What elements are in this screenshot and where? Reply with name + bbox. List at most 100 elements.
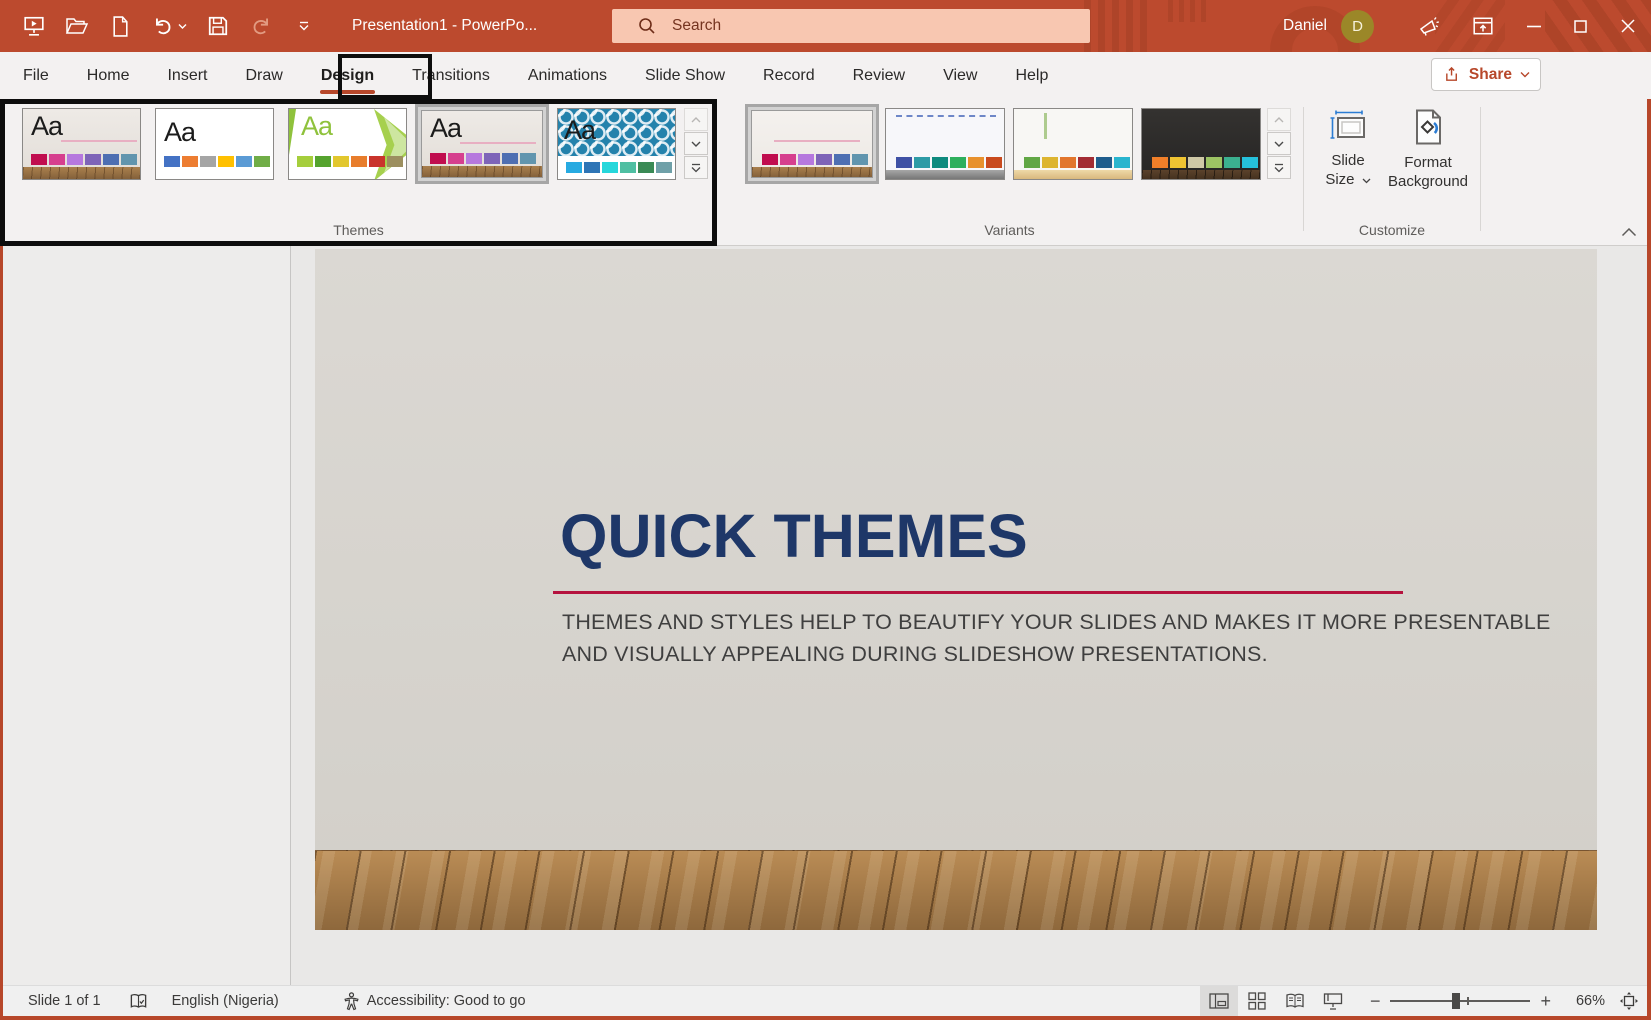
user-avatar[interactable]: D (1341, 10, 1374, 43)
slide-body-text[interactable]: THEMES AND STYLES HELP TO BEAUTIFY YOUR … (562, 606, 1551, 670)
customize-group-label: Customize (1303, 222, 1481, 238)
fit-slide-to-window-icon[interactable] (1619, 991, 1639, 1011)
zoom-slider[interactable] (1390, 993, 1530, 1009)
slide-counter[interactable]: Slide 1 of 1 (28, 993, 101, 1009)
undo-button[interactable] (151, 14, 187, 38)
share-dropdown-icon[interactable] (1520, 71, 1530, 78)
tab-draw[interactable]: Draw (226, 52, 301, 99)
maximize-button[interactable] (1557, 0, 1604, 52)
tab-animations[interactable]: Animations (509, 52, 626, 99)
variants-gallery-scroll (1267, 108, 1291, 179)
theme-facet[interactable]: Aa (288, 108, 407, 180)
slideshow-view-button[interactable] (1314, 986, 1352, 1017)
feedback-megaphone-icon[interactable] (1402, 0, 1456, 52)
open-file-icon[interactable] (65, 14, 89, 38)
variant-blue-gray[interactable] (885, 108, 1005, 180)
ribbon-tab-row: File Home Insert Draw Design Transitions… (0, 52, 1651, 99)
theme-swatches (164, 156, 270, 167)
variants-scroll-down-icon[interactable] (1267, 132, 1291, 155)
accessibility-status[interactable]: Accessibility: Good to go (343, 992, 526, 1011)
variant-pink-wood-selected[interactable] (745, 104, 879, 184)
theme-swatches (566, 162, 672, 173)
customize-qat-icon[interactable] (292, 14, 316, 38)
zoom-slider-thumb[interactable] (1452, 993, 1460, 1009)
collapse-ribbon-icon[interactable] (1621, 228, 1637, 237)
tab-transitions[interactable]: Transitions (393, 52, 509, 99)
variant-swatches (762, 154, 868, 165)
tab-home[interactable]: Home (68, 52, 149, 99)
slide-thumbnail-panel (0, 246, 290, 985)
zoom-out-button[interactable]: − (1370, 991, 1381, 1012)
titlebar-decor (1168, 0, 1208, 22)
theme-sample-text: Aa (301, 111, 332, 142)
accessibility-icon (343, 992, 360, 1011)
tab-record[interactable]: Record (744, 52, 834, 99)
active-tab-underline (320, 90, 375, 94)
search-icon (638, 17, 656, 35)
slide-canvas[interactable]: QUICK THEMES THEMES AND STYLES HELP TO B… (315, 249, 1597, 930)
share-button[interactable]: Share (1431, 58, 1541, 91)
search-input[interactable] (672, 17, 1052, 35)
reading-view-button[interactable] (1276, 986, 1314, 1017)
user-name[interactable]: Daniel (1283, 17, 1327, 35)
theme-sample-text: Aa (564, 115, 595, 146)
minimize-button[interactable] (1510, 0, 1557, 52)
ribbon-design: Aa Aa Aa Aa Aa Themes (0, 99, 1651, 246)
titlebar-decor (1084, 0, 1148, 52)
themes-scroll-down-icon[interactable] (684, 132, 708, 155)
format-background-icon (1413, 109, 1443, 145)
theme-sample-text: Aa (164, 117, 195, 148)
window-border-left (0, 246, 3, 1016)
tab-view[interactable]: View (924, 52, 996, 99)
search-box[interactable] (612, 9, 1090, 43)
normal-view-button[interactable] (1200, 986, 1238, 1017)
new-file-icon[interactable] (108, 14, 132, 38)
variants-group-label: Variants (717, 222, 1302, 238)
theme-wood[interactable]: Aa (22, 108, 141, 180)
slide-size-icon (1329, 109, 1367, 143)
tab-review[interactable]: Review (834, 52, 924, 99)
window-border-bottom (0, 1016, 1651, 1020)
status-bar: Slide 1 of 1 English (Nigeria) Accessibi… (0, 985, 1651, 1016)
tab-file[interactable]: File (4, 52, 68, 99)
themes-group-label: Themes (0, 222, 717, 238)
themes-more-icon[interactable] (684, 156, 708, 179)
wood-floor-graphic (315, 850, 1597, 930)
variant-dark[interactable] (1141, 108, 1261, 180)
slide-size-button[interactable]: Slide Size (1316, 109, 1380, 189)
variant-swatches (1152, 157, 1258, 168)
tab-insert[interactable]: Insert (148, 52, 226, 99)
slide-sorter-view-button[interactable] (1238, 986, 1276, 1017)
language-status[interactable]: English (Nigeria) (172, 993, 279, 1009)
redo-icon[interactable] (249, 14, 273, 38)
share-icon (1444, 66, 1461, 83)
slide-title[interactable]: QUICK THEMES (560, 501, 1028, 571)
theme-swatches (31, 154, 137, 165)
save-icon[interactable] (206, 14, 230, 38)
theme-office[interactable]: Aa (155, 108, 274, 180)
variants-more-icon[interactable] (1267, 156, 1291, 179)
themes-scroll-up-icon[interactable] (684, 108, 708, 131)
theme-sample-text: Aa (430, 113, 461, 144)
variant-green-tan[interactable] (1013, 108, 1133, 180)
tab-help[interactable]: Help (996, 52, 1067, 99)
undo-icon (151, 14, 175, 38)
theme-wood-current-selected[interactable]: Aa (415, 104, 549, 184)
ribbon-display-options-icon[interactable] (1456, 0, 1510, 52)
title-bar: Presentation1 - PowerPo... Daniel D (0, 0, 1651, 52)
format-background-button[interactable]: Format Background (1386, 109, 1470, 191)
tab-slide-show[interactable]: Slide Show (626, 52, 744, 99)
tab-design[interactable]: Design (302, 52, 393, 99)
zoom-level[interactable]: 66% (1567, 993, 1605, 1009)
theme-blue-pattern[interactable]: Aa (557, 108, 676, 180)
editing-canvas: QUICK THEMES THEMES AND STYLES HELP TO B… (291, 246, 1647, 985)
document-title: Presentation1 - PowerPo... (352, 0, 537, 52)
close-button[interactable] (1604, 0, 1651, 52)
zoom-in-button[interactable]: + (1540, 991, 1551, 1012)
start-slideshow-icon[interactable] (22, 14, 46, 38)
variants-scroll-up-icon[interactable] (1267, 108, 1291, 131)
theme-swatches (430, 153, 536, 164)
spell-check-icon[interactable] (129, 993, 148, 1010)
theme-thumb-floor (23, 167, 140, 179)
theme-swatches (297, 156, 403, 167)
